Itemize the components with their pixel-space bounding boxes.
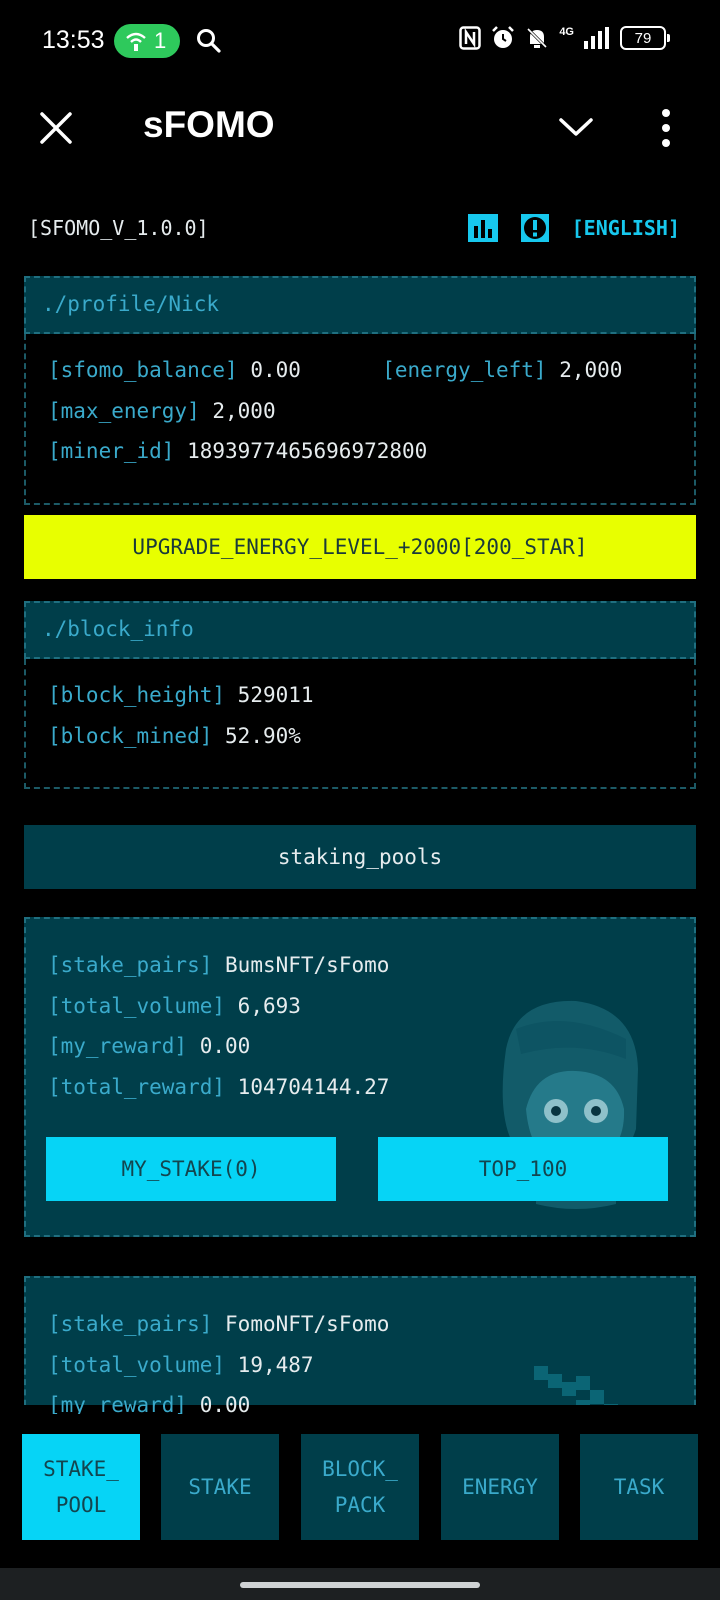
status-bar: 13:53 1 4G 79 bbox=[0, 0, 720, 84]
mute-icon bbox=[527, 27, 548, 49]
tab-stake-pool[interactable]: STAKE_ POOL bbox=[22, 1434, 140, 1540]
signal-icon bbox=[584, 27, 609, 49]
my-reward-value: 0.00 bbox=[199, 1034, 251, 1058]
volume-key: [total_volume] bbox=[48, 1352, 226, 1377]
profile-path: ./profile/Nick bbox=[24, 276, 696, 334]
pool-pairs-row: [stake_pairs] BumsNFT/sFomo bbox=[48, 945, 672, 986]
nfc-icon bbox=[459, 26, 482, 50]
pairs-value: FomoNFT/sFomo bbox=[225, 1312, 390, 1336]
close-icon[interactable] bbox=[38, 110, 74, 146]
profile-row-2: [max_energy] 2,000 bbox=[48, 391, 672, 432]
pool-volume-row: [total_volume] 6,693 bbox=[48, 986, 672, 1027]
pool-card: [stake_pairs] FomoNFT/sFomo [total_volum… bbox=[24, 1276, 696, 1416]
status-time: 13:53 bbox=[42, 26, 105, 54]
balance-key: [sfomo_balance] bbox=[48, 358, 238, 382]
staking-pools-header: staking_pools bbox=[24, 825, 696, 889]
pairs-key: [stake_pairs] bbox=[48, 953, 213, 977]
block-height-key: [block_height] bbox=[48, 683, 226, 707]
network-type: 4G bbox=[559, 26, 574, 38]
bar-chart-icon[interactable] bbox=[467, 214, 498, 242]
miner-id-value: 1893977465696972800 bbox=[187, 439, 428, 463]
block-info-path: ./block_info bbox=[24, 601, 696, 659]
home-gesture-bar[interactable] bbox=[240, 1582, 480, 1588]
search-icon bbox=[197, 29, 221, 53]
pairs-key: [stake_pairs] bbox=[48, 1312, 213, 1336]
block-mined-value: 52.90% bbox=[225, 723, 301, 748]
block-height-row: [block_height] 529011 bbox=[48, 675, 672, 716]
volume-value: 6,693 bbox=[237, 993, 301, 1018]
pool-card: [stake_pairs] BumsNFT/sFomo [total_volum… bbox=[24, 917, 696, 1237]
my-reward-key: [my_reward] bbox=[48, 1393, 188, 1416]
block-mined-row: [block_mined] 52.90% bbox=[48, 716, 672, 757]
pool-my-reward-row: [my_reward] 0.00 bbox=[48, 1385, 672, 1416]
max-energy-key: [max_energy] bbox=[48, 398, 200, 423]
language-selector[interactable]: [ENGLISH] bbox=[572, 216, 680, 240]
profile-panel: [sfomo_balance] 0.00 [energy_left] 2,000… bbox=[24, 334, 696, 505]
alarm-icon bbox=[492, 26, 515, 48]
pool-total-reward-row: [total_reward] 104704144.27 bbox=[48, 1067, 672, 1108]
miner-id-key: [miner_id] bbox=[48, 439, 175, 463]
tab-task[interactable]: TASK bbox=[580, 1434, 698, 1540]
app-bar: sFOMO bbox=[0, 90, 720, 170]
hotspot-pill: 1 bbox=[114, 24, 180, 58]
pool-my-reward-row: [my_reward] 0.00 bbox=[48, 1026, 672, 1067]
tab-block-pack[interactable]: BLOCK_ PACK bbox=[301, 1434, 419, 1540]
hotspot-icon bbox=[126, 32, 146, 51]
more-vertical-icon[interactable] bbox=[658, 108, 674, 148]
upgrade-energy-button[interactable]: UPGRADE_ENERGY_LEVEL_+2000[200_STAR] bbox=[24, 515, 696, 579]
tab-stake[interactable]: STAKE bbox=[161, 1434, 279, 1540]
hotspot-count: 1 bbox=[154, 28, 167, 53]
profile-row-1: [sfomo_balance] 0.00 [energy_left] 2,000 bbox=[48, 350, 672, 391]
block-mined-key: [block_mined] bbox=[48, 723, 213, 748]
pool-volume-row: [total_volume] 19,487 bbox=[48, 1345, 672, 1386]
max-energy-value: 2,000 bbox=[212, 398, 276, 423]
block-height-value: 529011 bbox=[237, 683, 314, 707]
my-reward-key: [my_reward] bbox=[48, 1034, 188, 1058]
energy-left-value: 2,000 bbox=[559, 358, 623, 382]
tab-energy[interactable]: ENERGY bbox=[441, 1434, 559, 1540]
top-row-actions: [ENGLISH] bbox=[467, 214, 680, 242]
top-100-button[interactable]: TOP_100 bbox=[378, 1137, 668, 1201]
bottom-nav: STAKE_ POOL STAKE BLOCK_ PACK ENERGY TAS… bbox=[0, 1405, 720, 1540]
my-reward-value: 0.00 bbox=[199, 1393, 251, 1416]
profile-row-3: [miner_id] 1893977465696972800 bbox=[48, 431, 672, 472]
battery-icon: 79 bbox=[620, 26, 670, 50]
battery-level: 79 bbox=[634, 29, 652, 47]
pool-pairs-row: [stake_pairs] FomoNFT/sFomo bbox=[48, 1304, 672, 1345]
total-reward-key: [total_reward] bbox=[48, 1074, 226, 1099]
total-reward-value: 104704144.27 bbox=[237, 1074, 390, 1099]
energy-left-key: [energy_left] bbox=[382, 358, 547, 382]
my-stake-button[interactable]: MY_STAKE(0) bbox=[46, 1137, 336, 1201]
chevron-down-icon[interactable] bbox=[558, 112, 594, 142]
balance-value: 0.00 bbox=[250, 358, 301, 382]
app-title: sFOMO bbox=[143, 104, 275, 145]
pairs-value: BumsNFT/sFomo bbox=[225, 953, 390, 977]
info-icon[interactable] bbox=[520, 214, 550, 242]
block-info-panel: [block_height] 529011 [block_mined] 52.9… bbox=[24, 659, 696, 789]
volume-value: 19,487 bbox=[237, 1352, 314, 1377]
version-label: [SFOMO_V_1.0.0] bbox=[28, 216, 209, 240]
volume-key: [total_volume] bbox=[48, 993, 226, 1018]
status-icons: 4G 79 bbox=[459, 26, 670, 50]
